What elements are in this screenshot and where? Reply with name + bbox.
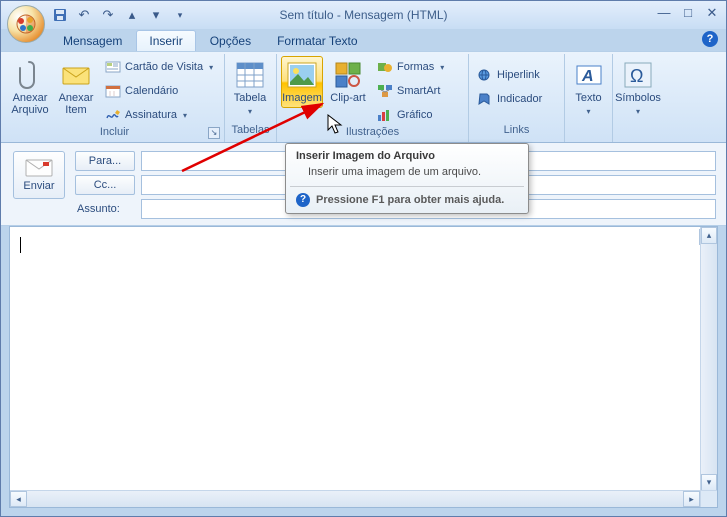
scroll-left-icon[interactable]: ◂ [10,491,27,507]
svg-text:Ω: Ω [630,66,643,86]
textbox-icon: A [573,59,605,91]
group-include: Anexar Arquivo Anexar Item Cartão de Vis… [5,54,225,142]
group-links: Hiperlink Indicador Links [469,54,565,142]
tab-message[interactable]: Mensagem [51,31,134,51]
title-bar: ↶ ↷ ▴ ▾ ▾ Sem título - Mensagem (HTML) —… [1,1,726,29]
picture-button[interactable]: Imagem [281,56,323,108]
tooltip-help-text: Pressione F1 para obter mais ajuda. [316,194,504,206]
close-button[interactable]: ✕ [704,5,720,21]
subject-label: Assunto: [75,203,135,215]
paperclip-icon [14,59,46,91]
group-label-symbols [617,124,665,140]
scroll-down-icon[interactable]: ▾ [701,474,717,491]
smartart-icon [377,83,393,99]
clipart-button[interactable]: Clip-art [327,56,369,108]
qat-save-icon[interactable] [51,6,69,24]
cc-button[interactable]: Cc... [75,175,135,195]
group-text: A Texto▾ [565,54,613,142]
textbox-button[interactable]: A Texto▾ [569,56,608,119]
clipart-icon [332,59,364,91]
group-label-tables: Tabelas [229,124,272,140]
office-button[interactable] [7,5,45,43]
ribbon-tabs: Mensagem Inserir Opções Formatar Texto ? [51,29,726,51]
group-label-links: Links [473,124,560,140]
ribbon: Anexar Arquivo Anexar Item Cartão de Vis… [1,51,726,143]
tab-format-text[interactable]: Formatar Texto [265,31,369,51]
shapes-icon [377,59,393,75]
scroll-up-icon[interactable]: ▴ [701,227,717,244]
bookmark-icon [477,91,493,107]
smartart-button[interactable]: SmartArt [373,80,448,102]
message-body[interactable]: ▴ ▾ ◂ ▸ [9,226,718,508]
calendar-button[interactable]: Calendário [101,80,217,102]
tooltip-body: Inserir uma imagem de um arquivo. [286,164,528,186]
tooltip-title: Inserir Imagem do Arquivo [286,144,528,164]
shapes-button[interactable]: Formas▾ [373,56,448,78]
attach-file-button[interactable]: Anexar Arquivo [9,56,51,119]
help-icon[interactable]: ? [702,31,718,47]
attach-item-button[interactable]: Anexar Item [55,56,97,119]
symbols-button[interactable]: Ω Símbolos▾ [617,56,659,119]
picture-icon [286,59,318,91]
to-button[interactable]: Para... [75,151,135,171]
minimize-button[interactable]: — [656,5,672,21]
include-dialog-launcher[interactable]: ↘ [208,127,220,139]
qat-redo-icon[interactable]: ↷ [99,6,117,24]
tab-insert[interactable]: Inserir [136,30,195,51]
quick-access-toolbar: ↶ ↷ ▴ ▾ ▾ [51,1,189,29]
send-button[interactable]: Enviar [13,151,65,199]
maximize-button[interactable]: □ [680,5,696,21]
chart-button[interactable]: Gráfico [373,104,448,126]
calendar-icon [105,83,121,99]
tooltip-help-icon: ? [296,193,310,207]
horizontal-scrollbar[interactable]: ◂ ▸ [10,490,700,507]
table-icon [234,59,266,91]
omega-icon: Ω [622,59,654,91]
table-button[interactable]: Tabela▾ [229,56,271,119]
text-caret [20,237,21,253]
bookmark-button[interactable]: Indicador [473,88,546,110]
picture-tooltip: Inserir Imagem do Arquivo Inserir uma im… [285,143,529,214]
qat-prev-icon[interactable]: ▴ [123,6,141,24]
qat-customize-icon[interactable]: ▾ [171,6,189,24]
hyperlink-button[interactable]: Hiperlink [473,64,546,86]
scroll-right-icon[interactable]: ▸ [683,491,700,507]
qat-next-icon[interactable]: ▾ [147,6,165,24]
tab-options[interactable]: Opções [198,31,263,51]
chart-icon [377,107,393,123]
send-envelope-icon [25,158,53,178]
group-label-illustrations: Ilustrações [281,126,464,140]
svg-text:A: A [581,68,594,85]
business-card-button[interactable]: Cartão de Visita▾ [101,56,217,78]
signature-icon [105,107,121,123]
envelope-icon [60,59,92,91]
business-card-icon [105,59,121,75]
group-illustrations: Imagem Clip-art Formas▾ SmartArt Gráfico [277,54,469,142]
group-label-text [569,124,608,140]
qat-undo-icon[interactable]: ↶ [75,6,93,24]
scroll-corner [700,490,717,507]
globe-link-icon [477,67,493,83]
group-tables: Tabela▾ Tabelas [225,54,277,142]
group-symbols: Ω Símbolos▾ [613,54,669,142]
group-label-include: Incluir [100,126,129,138]
vertical-scrollbar[interactable]: ▴ ▾ [700,227,717,491]
signature-button[interactable]: Assinatura▾ [101,104,217,126]
